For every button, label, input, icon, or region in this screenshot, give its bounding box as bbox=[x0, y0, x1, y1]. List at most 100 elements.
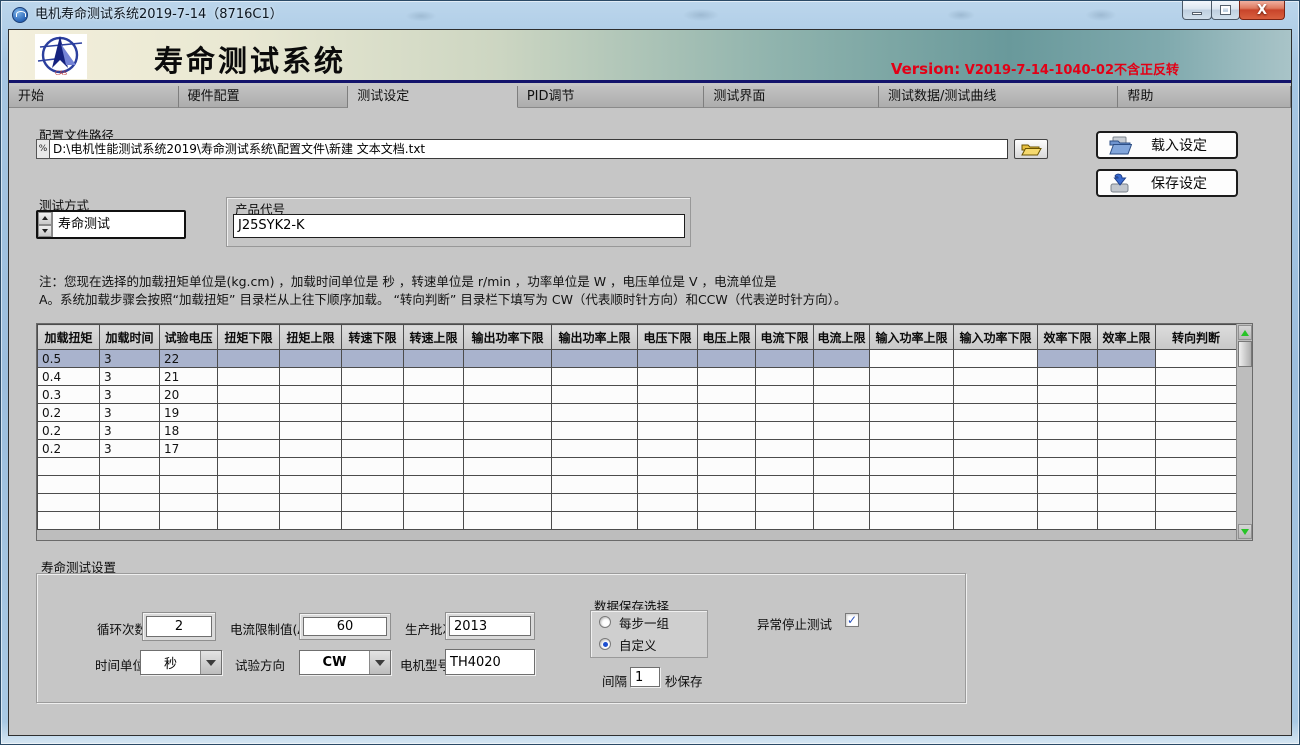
table-cell[interactable] bbox=[870, 350, 954, 368]
table-cell[interactable]: 0.2 bbox=[38, 404, 100, 422]
table-cell[interactable] bbox=[160, 476, 218, 494]
table-cell[interactable] bbox=[756, 350, 814, 368]
table-cell[interactable] bbox=[100, 458, 160, 476]
table-cell[interactable] bbox=[954, 386, 1038, 404]
table-cell[interactable]: 3 bbox=[100, 368, 160, 386]
table-cell[interactable] bbox=[342, 476, 404, 494]
table-cell[interactable] bbox=[100, 512, 160, 530]
product-code-input[interactable]: J25SYK2-K bbox=[233, 214, 685, 238]
table-cell[interactable] bbox=[814, 512, 870, 530]
table-cell[interactable]: 0.3 bbox=[38, 386, 100, 404]
tab-item-4[interactable]: PID调节 bbox=[518, 86, 705, 108]
table-cell[interactable] bbox=[404, 494, 464, 512]
table-cell[interactable] bbox=[870, 386, 954, 404]
table-cell[interactable] bbox=[38, 476, 100, 494]
table-cell[interactable] bbox=[552, 404, 638, 422]
table-cell[interactable]: 18 bbox=[160, 422, 218, 440]
table-cell[interactable] bbox=[552, 350, 638, 368]
table-cell[interactable] bbox=[638, 422, 698, 440]
table-cell[interactable] bbox=[814, 422, 870, 440]
table-cell[interactable] bbox=[1038, 386, 1098, 404]
table-cell[interactable]: 0.2 bbox=[38, 422, 100, 440]
table-cell[interactable] bbox=[756, 512, 814, 530]
table-cell[interactable] bbox=[218, 350, 280, 368]
table-cell[interactable] bbox=[218, 368, 280, 386]
load-settings-button[interactable]: 载入设定 bbox=[1096, 131, 1238, 159]
table-cell[interactable] bbox=[218, 512, 280, 530]
table-cell[interactable] bbox=[218, 422, 280, 440]
table-cell[interactable] bbox=[218, 440, 280, 458]
scroll-down-button[interactable] bbox=[1238, 524, 1252, 539]
table-cell[interactable] bbox=[404, 368, 464, 386]
table-cell[interactable] bbox=[1038, 494, 1098, 512]
table-cell[interactable] bbox=[814, 440, 870, 458]
table-cell[interactable] bbox=[1156, 386, 1237, 404]
table-cell[interactable] bbox=[280, 422, 342, 440]
table-cell[interactable] bbox=[1098, 350, 1156, 368]
table-cell[interactable] bbox=[342, 440, 404, 458]
table-cell[interactable] bbox=[638, 458, 698, 476]
table-cell[interactable] bbox=[552, 512, 638, 530]
table-cell[interactable] bbox=[464, 386, 552, 404]
table-cell[interactable] bbox=[638, 512, 698, 530]
table-cell[interactable] bbox=[160, 458, 218, 476]
time-unit-dropdown[interactable]: 秒 bbox=[140, 650, 222, 675]
spinner-down-button[interactable] bbox=[38, 225, 52, 238]
save-settings-button[interactable]: 保存设定 bbox=[1096, 169, 1238, 197]
table-cell[interactable]: 19 bbox=[160, 404, 218, 422]
table-cell[interactable] bbox=[1098, 458, 1156, 476]
table-cell[interactable] bbox=[870, 440, 954, 458]
current-limit-input[interactable]: 60 bbox=[303, 617, 387, 636]
tab-item-5[interactable]: 测试界面 bbox=[704, 86, 879, 108]
table-cell[interactable] bbox=[552, 440, 638, 458]
table-cell[interactable]: 22 bbox=[160, 350, 218, 368]
table-cell[interactable] bbox=[814, 476, 870, 494]
table-cell[interactable] bbox=[1038, 512, 1098, 530]
table-cell[interactable] bbox=[698, 368, 756, 386]
table-cell[interactable] bbox=[552, 386, 638, 404]
table-cell[interactable] bbox=[38, 512, 100, 530]
table-cell[interactable] bbox=[1038, 404, 1098, 422]
close-button[interactable]: X bbox=[1239, 1, 1285, 20]
table-cell[interactable] bbox=[552, 494, 638, 512]
table-cell[interactable] bbox=[954, 368, 1038, 386]
table-cell[interactable] bbox=[814, 458, 870, 476]
table-cell[interactable] bbox=[954, 440, 1038, 458]
table-cell[interactable] bbox=[954, 350, 1038, 368]
table-cell[interactable] bbox=[1156, 368, 1237, 386]
table-cell[interactable] bbox=[756, 404, 814, 422]
table-cell[interactable] bbox=[698, 350, 756, 368]
table-cell[interactable] bbox=[814, 350, 870, 368]
table-cell[interactable] bbox=[218, 458, 280, 476]
radio-selected-icon[interactable] bbox=[599, 638, 611, 650]
table-cell[interactable] bbox=[404, 458, 464, 476]
table-cell[interactable]: 0.4 bbox=[38, 368, 100, 386]
table-cell[interactable] bbox=[218, 404, 280, 422]
table-cell[interactable] bbox=[870, 512, 954, 530]
table-cell[interactable] bbox=[1156, 494, 1237, 512]
table-cell[interactable] bbox=[38, 458, 100, 476]
radio-option-custom[interactable]: 自定义 bbox=[591, 633, 707, 655]
table-cell[interactable] bbox=[814, 386, 870, 404]
table-cell[interactable] bbox=[870, 368, 954, 386]
table-cell[interactable] bbox=[1098, 476, 1156, 494]
table-cell[interactable] bbox=[404, 386, 464, 404]
test-mode-ring[interactable]: 寿命测试 bbox=[36, 210, 186, 239]
config-path-input[interactable]: D:\电机性能测试系统2019\寿命测试系统\配置文件\新建 文本文档.txt bbox=[50, 139, 1008, 159]
test-direction-dropdown[interactable]: CW bbox=[299, 650, 391, 675]
table-cell[interactable] bbox=[698, 512, 756, 530]
table-cell[interactable] bbox=[100, 494, 160, 512]
table-cell[interactable] bbox=[1156, 404, 1237, 422]
table-cell[interactable] bbox=[1098, 404, 1156, 422]
table-cell[interactable] bbox=[342, 422, 404, 440]
table-cell[interactable]: 0.5 bbox=[38, 350, 100, 368]
table-cell[interactable] bbox=[1098, 386, 1156, 404]
table-cell[interactable] bbox=[954, 422, 1038, 440]
table-cell[interactable] bbox=[552, 476, 638, 494]
table-cell[interactable] bbox=[756, 458, 814, 476]
title-bar[interactable]: 电机寿命测试系统2019-7-14（8716C1） X bbox=[1, 1, 1299, 29]
table-cell[interactable]: 3 bbox=[100, 422, 160, 440]
table-cell[interactable] bbox=[342, 458, 404, 476]
table-cell[interactable] bbox=[280, 404, 342, 422]
table-cell[interactable]: 3 bbox=[100, 386, 160, 404]
